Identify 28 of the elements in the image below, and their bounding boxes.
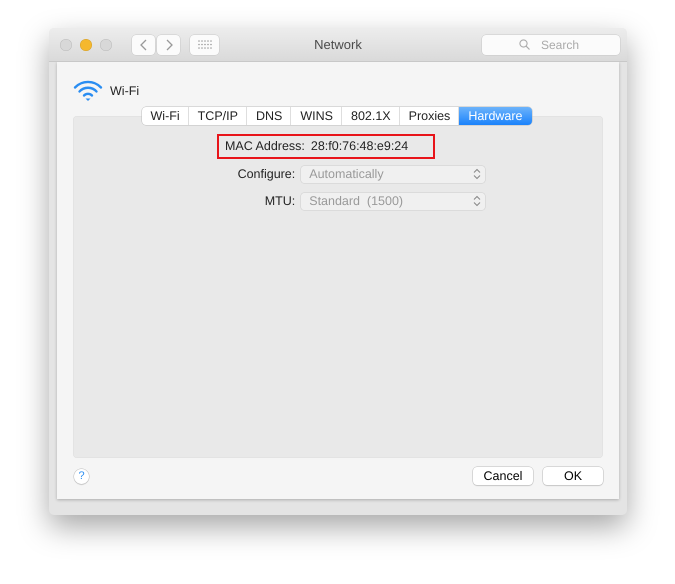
dialog-button[interactable]: Cancel — [473, 467, 533, 485]
tab[interactable]: TCP/IP — [188, 107, 247, 125]
mac-address-value: 28:f0:76:48:e9:24 — [310, 139, 408, 153]
field-label: Configure: — [236, 167, 296, 181]
field-label: MTU: — [264, 194, 296, 208]
updown-icon — [473, 195, 481, 207]
tab[interactable]: Proxies — [400, 107, 460, 125]
window-control[interactable] — [60, 38, 72, 50]
window-title: Network — [313, 37, 363, 52]
search-icon — [519, 39, 530, 50]
grid-icon — [198, 40, 212, 49]
forward-icon — [164, 38, 172, 50]
show-all-button[interactable] — [190, 34, 219, 54]
updown-icon — [473, 168, 481, 180]
back-icon — [140, 38, 148, 50]
search-field[interactable]: Search — [482, 34, 620, 54]
tab[interactable]: 802.1X — [342, 107, 400, 125]
tab[interactable]: Wi-Fi — [142, 107, 189, 125]
interface-name: Wi-Fi — [110, 84, 140, 98]
forward-button[interactable] — [157, 34, 180, 54]
window-control[interactable] — [100, 38, 112, 50]
window-control[interactable] — [80, 38, 92, 50]
wifi-icon — [73, 80, 103, 102]
dialog-button[interactable]: OK — [543, 467, 603, 485]
tab[interactable]: WINS — [291, 107, 342, 125]
tab[interactable]: DNS — [246, 107, 292, 125]
mac-address-label: MAC Address: — [225, 139, 305, 153]
back-button[interactable] — [132, 34, 155, 54]
